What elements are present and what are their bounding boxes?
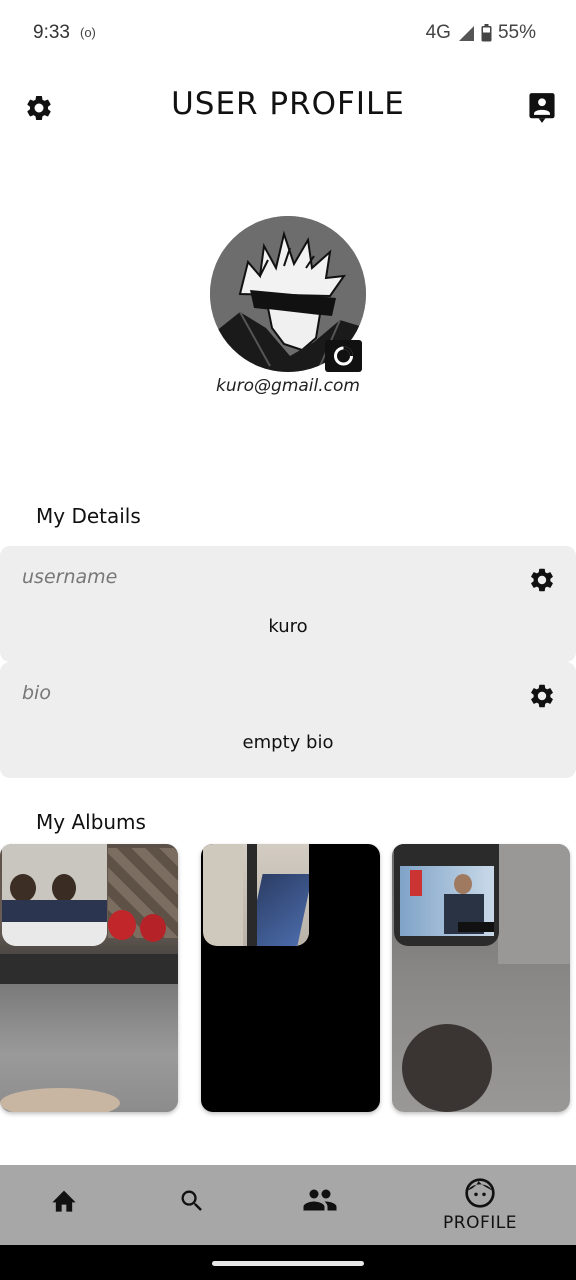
albums-section-title: My Albums	[36, 810, 146, 834]
battery-icon	[481, 24, 492, 42]
status-time: 9:33	[33, 22, 70, 43]
username-value: kuro	[268, 616, 308, 637]
home-gesture-pill[interactable]	[212, 1261, 364, 1266]
nav-profile-label: PROFILE	[443, 1213, 517, 1233]
bio-value: empty bio	[242, 732, 334, 753]
signal-icon	[457, 24, 475, 42]
nav-search[interactable]	[152, 1165, 232, 1245]
nav-profile[interactable]: PROFILE	[420, 1165, 540, 1245]
network-label: 4G	[425, 22, 451, 43]
bio-label: bio	[22, 682, 51, 704]
user-email: kuro@gmail.com	[216, 376, 360, 396]
bio-card: bio empty bio	[0, 662, 576, 778]
radio-indicator: (o)	[80, 25, 96, 40]
album-thumbnail	[2, 844, 107, 946]
username-label: username	[22, 566, 118, 588]
nav-friends[interactable]	[280, 1165, 360, 1245]
edit-bio-gear-icon[interactable]	[528, 682, 556, 710]
album-item[interactable]	[201, 844, 380, 1112]
bottom-nav: PROFILE	[0, 1165, 576, 1245]
people-icon	[303, 1189, 337, 1211]
face-icon	[465, 1178, 495, 1208]
album-thumbnail	[394, 844, 499, 946]
status-bar: 9:33 (o) 4G 55%	[0, 0, 576, 68]
app-header: USER PROFILE	[0, 68, 576, 148]
battery-percent: 55%	[497, 22, 536, 43]
page-title: USER PROFILE	[171, 86, 405, 122]
username-card: username kuro	[0, 546, 576, 662]
edit-username-gear-icon[interactable]	[528, 566, 556, 594]
status-right: 4G 55%	[426, 22, 536, 44]
album-thumbnail	[203, 844, 309, 946]
nav-home[interactable]	[24, 1165, 104, 1245]
album-item[interactable]	[392, 844, 570, 1112]
home-icon	[52, 1190, 76, 1212]
search-icon	[181, 1190, 202, 1211]
details-section-title: My Details	[36, 504, 141, 528]
system-nav-bar	[0, 1245, 576, 1280]
camera-icon	[334, 346, 353, 366]
contact-card-icon[interactable]	[528, 92, 556, 124]
camera-button[interactable]	[325, 340, 362, 372]
album-item[interactable]	[0, 844, 178, 1112]
